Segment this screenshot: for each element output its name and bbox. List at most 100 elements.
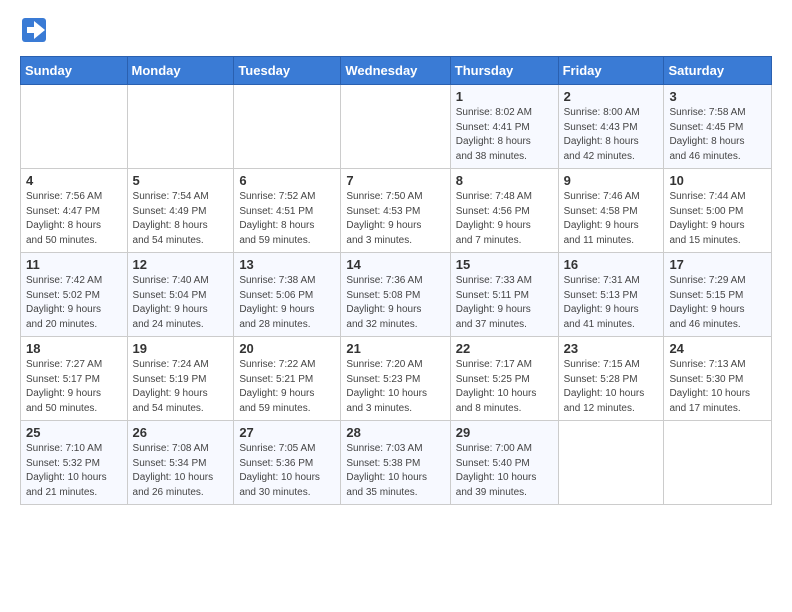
col-header-thursday: Thursday bbox=[450, 57, 558, 85]
day-cell bbox=[341, 85, 450, 169]
col-header-monday: Monday bbox=[127, 57, 234, 85]
day-info: Sunrise: 7:20 AM Sunset: 5:23 PM Dayligh… bbox=[346, 358, 444, 416]
day-cell bbox=[127, 85, 234, 169]
day-cell: 20 Sunrise: 7:22 AM Sunset: 5:21 PM Dayli… bbox=[234, 337, 341, 421]
day-cell: 21 Sunrise: 7:20 AM Sunset: 5:23 PM Dayli… bbox=[341, 337, 450, 421]
day-cell: 13 Sunrise: 7:38 AM Sunset: 5:06 PM Dayli… bbox=[234, 253, 341, 337]
day-info: Sunrise: 7:13 AM Sunset: 5:30 PM Dayligh… bbox=[669, 358, 766, 416]
day-info: Sunrise: 7:42 AM Sunset: 5:02 PM Dayligh… bbox=[26, 274, 122, 332]
day-number: 10 bbox=[669, 173, 766, 188]
day-info: Sunrise: 7:38 AM Sunset: 5:06 PM Dayligh… bbox=[239, 274, 335, 332]
day-info: Sunrise: 7:05 AM Sunset: 5:36 PM Dayligh… bbox=[239, 442, 335, 500]
day-cell: 28 Sunrise: 7:03 AM Sunset: 5:38 PM Dayli… bbox=[341, 421, 450, 505]
day-cell: 17 Sunrise: 7:29 AM Sunset: 5:15 PM Dayli… bbox=[664, 253, 772, 337]
logo-icon bbox=[20, 16, 48, 44]
day-cell: 14 Sunrise: 7:36 AM Sunset: 5:08 PM Dayli… bbox=[341, 253, 450, 337]
day-number: 5 bbox=[133, 173, 229, 188]
day-number: 16 bbox=[564, 257, 659, 272]
day-cell bbox=[21, 85, 128, 169]
week-row-4: 25 Sunrise: 7:10 AM Sunset: 5:32 PM Dayli… bbox=[21, 421, 772, 505]
day-info: Sunrise: 7:31 AM Sunset: 5:13 PM Dayligh… bbox=[564, 274, 659, 332]
day-cell: 6Sunrise: 7:52 AM Sunset: 4:51 PM Daylig… bbox=[234, 169, 341, 253]
day-number: 14 bbox=[346, 257, 444, 272]
day-cell bbox=[234, 85, 341, 169]
week-row-1: 4 Sunrise: 7:56 AM Sunset: 4:47 PM Daylig… bbox=[21, 169, 772, 253]
calendar-table: SundayMondayTuesdayWednesdayThursdayFrid… bbox=[20, 56, 772, 505]
day-info: Sunrise: 7:27 AM Sunset: 5:17 PM Dayligh… bbox=[26, 358, 122, 416]
day-cell: 23 Sunrise: 7:15 AM Sunset: 5:28 PM Dayli… bbox=[558, 337, 664, 421]
day-number: 12 bbox=[133, 257, 229, 272]
day-info: Sunrise: 7:10 AM Sunset: 5:32 PM Dayligh… bbox=[26, 442, 122, 500]
day-number: 9 bbox=[564, 173, 659, 188]
day-number: 22 bbox=[456, 341, 553, 356]
day-info: Sunrise: 7:56 AM Sunset: 4:47 PM Dayligh… bbox=[26, 190, 122, 248]
day-info: Sunrise: 8:00 AM Sunset: 4:43 PM Dayligh… bbox=[564, 106, 659, 164]
day-number: 28 bbox=[346, 425, 444, 440]
day-number: 19 bbox=[133, 341, 229, 356]
week-row-2: 11 Sunrise: 7:42 AM Sunset: 5:02 PM Dayli… bbox=[21, 253, 772, 337]
day-cell: 24 Sunrise: 7:13 AM Sunset: 5:30 PM Dayli… bbox=[664, 337, 772, 421]
day-cell: 12 Sunrise: 7:40 AM Sunset: 5:04 PM Dayli… bbox=[127, 253, 234, 337]
day-cell: 16 Sunrise: 7:31 AM Sunset: 5:13 PM Dayli… bbox=[558, 253, 664, 337]
day-cell bbox=[664, 421, 772, 505]
day-cell: 7Sunrise: 7:50 AM Sunset: 4:53 PM Daylig… bbox=[341, 169, 450, 253]
day-info: Sunrise: 7:46 AM Sunset: 4:58 PM Dayligh… bbox=[564, 190, 659, 248]
day-number: 13 bbox=[239, 257, 335, 272]
page: SundayMondayTuesdayWednesdayThursdayFrid… bbox=[0, 0, 792, 521]
header bbox=[20, 16, 772, 44]
day-number: 20 bbox=[239, 341, 335, 356]
day-number: 8 bbox=[456, 173, 553, 188]
day-number: 21 bbox=[346, 341, 444, 356]
day-info: Sunrise: 7:54 AM Sunset: 4:49 PM Dayligh… bbox=[133, 190, 229, 248]
day-cell: 8 Sunrise: 7:48 AM Sunset: 4:56 PM Daylig… bbox=[450, 169, 558, 253]
day-info: Sunrise: 7:48 AM Sunset: 4:56 PM Dayligh… bbox=[456, 190, 553, 248]
day-number: 4 bbox=[26, 173, 122, 188]
day-cell: 11 Sunrise: 7:42 AM Sunset: 5:02 PM Dayli… bbox=[21, 253, 128, 337]
day-info: Sunrise: 7:00 AM Sunset: 5:40 PM Dayligh… bbox=[456, 442, 553, 500]
day-number: 3 bbox=[669, 89, 766, 104]
day-number: 6 bbox=[239, 173, 335, 188]
day-number: 23 bbox=[564, 341, 659, 356]
day-info: Sunrise: 7:36 AM Sunset: 5:08 PM Dayligh… bbox=[346, 274, 444, 332]
day-cell bbox=[558, 421, 664, 505]
day-info: Sunrise: 7:22 AM Sunset: 5:21 PM Dayligh… bbox=[239, 358, 335, 416]
day-cell: 26 Sunrise: 7:08 AM Sunset: 5:34 PM Dayli… bbox=[127, 421, 234, 505]
day-cell: 19 Sunrise: 7:24 AM Sunset: 5:19 PM Dayli… bbox=[127, 337, 234, 421]
day-info: Sunrise: 7:58 AM Sunset: 4:45 PM Dayligh… bbox=[669, 106, 766, 164]
day-number: 2 bbox=[564, 89, 659, 104]
day-info: Sunrise: 7:40 AM Sunset: 5:04 PM Dayligh… bbox=[133, 274, 229, 332]
col-header-wednesday: Wednesday bbox=[341, 57, 450, 85]
day-info: Sunrise: 7:03 AM Sunset: 5:38 PM Dayligh… bbox=[346, 442, 444, 500]
col-header-saturday: Saturday bbox=[664, 57, 772, 85]
day-cell: 9 Sunrise: 7:46 AM Sunset: 4:58 PM Daylig… bbox=[558, 169, 664, 253]
col-header-friday: Friday bbox=[558, 57, 664, 85]
day-cell: 4 Sunrise: 7:56 AM Sunset: 4:47 PM Daylig… bbox=[21, 169, 128, 253]
day-number: 27 bbox=[239, 425, 335, 440]
col-header-sunday: Sunday bbox=[21, 57, 128, 85]
day-number: 26 bbox=[133, 425, 229, 440]
day-cell: 27 Sunrise: 7:05 AM Sunset: 5:36 PM Dayli… bbox=[234, 421, 341, 505]
day-info: Sunrise: 7:08 AM Sunset: 5:34 PM Dayligh… bbox=[133, 442, 229, 500]
day-info: Sunrise: 7:29 AM Sunset: 5:15 PM Dayligh… bbox=[669, 274, 766, 332]
day-number: 15 bbox=[456, 257, 553, 272]
day-info: Sunrise: 7:24 AM Sunset: 5:19 PM Dayligh… bbox=[133, 358, 229, 416]
week-row-3: 18 Sunrise: 7:27 AM Sunset: 5:17 PM Dayli… bbox=[21, 337, 772, 421]
day-cell: 3 Sunrise: 7:58 AM Sunset: 4:45 PM Daylig… bbox=[664, 85, 772, 169]
day-cell: 22Sunrise: 7:17 AM Sunset: 5:25 PM Dayli… bbox=[450, 337, 558, 421]
day-number: 18 bbox=[26, 341, 122, 356]
day-number: 17 bbox=[669, 257, 766, 272]
day-cell: 10 Sunrise: 7:44 AM Sunset: 5:00 PM Dayli… bbox=[664, 169, 772, 253]
week-row-0: 1Sunrise: 8:02 AM Sunset: 4:41 PM Daylig… bbox=[21, 85, 772, 169]
day-info: Sunrise: 7:44 AM Sunset: 5:00 PM Dayligh… bbox=[669, 190, 766, 248]
day-number: 11 bbox=[26, 257, 122, 272]
day-number: 24 bbox=[669, 341, 766, 356]
header-row: SundayMondayTuesdayWednesdayThursdayFrid… bbox=[21, 57, 772, 85]
day-cell: 1Sunrise: 8:02 AM Sunset: 4:41 PM Daylig… bbox=[450, 85, 558, 169]
day-number: 25 bbox=[26, 425, 122, 440]
day-info: Sunrise: 7:15 AM Sunset: 5:28 PM Dayligh… bbox=[564, 358, 659, 416]
day-number: 1 bbox=[456, 89, 553, 104]
day-number: 7 bbox=[346, 173, 444, 188]
day-number: 29 bbox=[456, 425, 553, 440]
day-cell: 15 Sunrise: 7:33 AM Sunset: 5:11 PM Dayli… bbox=[450, 253, 558, 337]
day-info: Sunrise: 7:33 AM Sunset: 5:11 PM Dayligh… bbox=[456, 274, 553, 332]
